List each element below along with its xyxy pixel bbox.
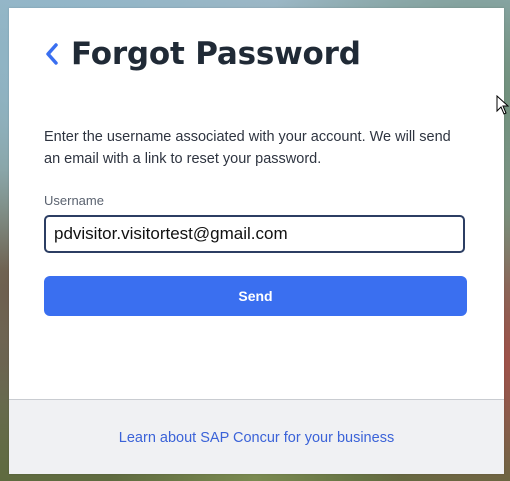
send-button[interactable]: Send [44, 276, 467, 316]
learn-about-concur-link[interactable]: Learn about SAP Concur for your business [9, 430, 504, 446]
card-footer: Learn about SAP Concur for your business [9, 399, 504, 474]
mouse-cursor-icon [496, 95, 510, 115]
forgot-password-card: Forgot Password Enter the username assoc… [9, 8, 504, 474]
page-header: Forgot Password [43, 36, 361, 72]
chevron-left-icon[interactable] [43, 40, 61, 68]
username-input[interactable] [44, 215, 465, 253]
username-label: Username [44, 193, 104, 208]
page-title: Forgot Password [71, 36, 361, 72]
instructions-text: Enter the username associated with your … [44, 129, 451, 167]
